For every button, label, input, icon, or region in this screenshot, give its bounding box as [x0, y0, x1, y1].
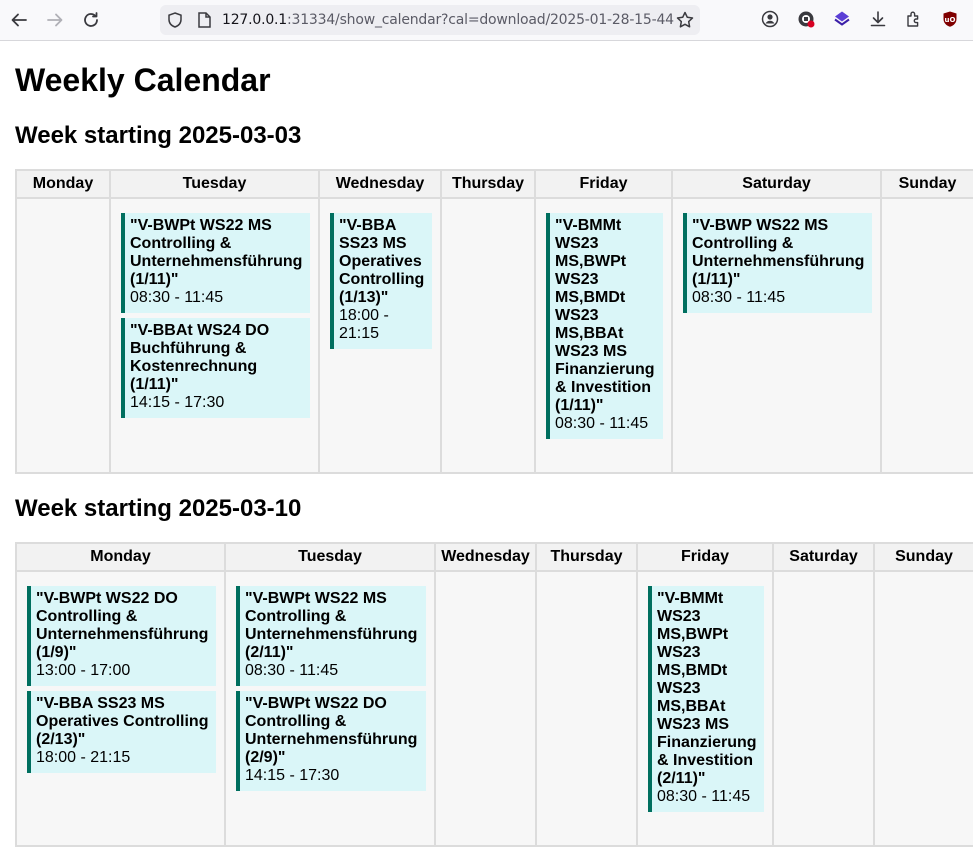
day-header-wednesday: Wednesday — [434, 542, 537, 572]
event-time: 18:00 - 21:15 — [339, 307, 389, 342]
day-cell-wednesday — [434, 570, 537, 847]
layers-extension-icon[interactable] — [831, 8, 853, 30]
event-title: "V-BWPt WS22 DO Controlling & Unternehme… — [245, 695, 418, 766]
event-time: 14:15 - 17:30 — [245, 767, 340, 784]
event-time: 08:30 - 11:45 — [555, 415, 649, 432]
url-path: :31334/show_calendar?cal=download/2025-0… — [287, 12, 674, 28]
privacy-extension-icon[interactable] — [795, 8, 817, 30]
event-time: 08:30 - 11:45 — [657, 788, 751, 805]
calendar-event[interactable]: "V-BBA SS23 MS Operatives Controlling (2… — [27, 691, 216, 773]
event-title: "V-BWPt WS22 MS Controlling & Unternehme… — [130, 217, 303, 288]
day-header-tuesday: Tuesday — [109, 169, 320, 199]
url-text[interactable]: 127.0.0.1:31334/show_calendar?cal=downlo… — [222, 12, 674, 28]
day-header-tuesday: Tuesday — [224, 542, 436, 572]
event-title: "V-BMMt WS23 MS,BWPt WS23 MS,BMDt WS23 M… — [555, 217, 655, 414]
address-bar[interactable]: 127.0.0.1:31334/show_calendar?cal=downlo… — [160, 5, 700, 35]
event-title: "V-BMMt WS23 MS,BWPt WS23 MS,BMDt WS23 M… — [657, 590, 757, 787]
day-header-sunday: Sunday — [880, 169, 973, 199]
day-cell-tuesday: "V-BWPt WS22 MS Controlling & Unternehme… — [109, 197, 320, 474]
day-cell-friday: "V-BMMt WS23 MS,BWPt WS23 MS,BMDt WS23 M… — [636, 570, 774, 847]
ublock-origin-icon[interactable]: uO — [939, 8, 961, 30]
day-header-friday: Friday — [636, 542, 774, 572]
download-icon[interactable] — [867, 8, 889, 30]
page-info-icon[interactable] — [195, 11, 213, 29]
calendar-event[interactable]: "V-BWPt WS22 MS Controlling & Unternehme… — [236, 586, 426, 686]
day-cell-tuesday: "V-BWPt WS22 MS Controlling & Unternehme… — [224, 570, 436, 847]
day-cell-thursday — [535, 570, 638, 847]
event-time: 14:15 - 17:30 — [130, 394, 225, 411]
day-header-sunday: Sunday — [873, 542, 973, 572]
event-title: "V-BWP WS22 MS Controlling & Unternehmen… — [692, 217, 865, 288]
day-cell-friday: "V-BMMt WS23 MS,BWPt WS23 MS,BMDt WS23 M… — [534, 197, 673, 474]
day-header-monday: Monday — [15, 169, 111, 199]
calendar-event[interactable]: "V-BWPt WS22 MS Controlling & Unternehme… — [121, 213, 310, 313]
event-title: "V-BBA SS23 MS Operatives Controlling (1… — [339, 217, 425, 306]
calendar-event[interactable]: "V-BWP WS22 MS Controlling & Unternehmen… — [683, 213, 872, 313]
day-cell-saturday: "V-BWP WS22 MS Controlling & Unternehmen… — [671, 197, 882, 474]
day-header-wednesday: Wednesday — [318, 169, 442, 199]
back-arrow-icon[interactable] — [7, 8, 31, 32]
week-heading: Week starting 2025-03-03 — [15, 122, 302, 149]
day-cell-saturday — [772, 570, 875, 847]
event-title: "V-BBAt WS24 DO Buchführung & Kostenrech… — [130, 322, 270, 393]
page-title: Weekly Calendar — [15, 62, 271, 98]
day-header-thursday: Thursday — [535, 542, 638, 572]
day-header-friday: Friday — [534, 169, 673, 199]
shield-icon[interactable] — [166, 11, 184, 29]
calendar-event[interactable]: "V-BBA SS23 MS Operatives Controlling (1… — [330, 213, 432, 349]
day-header-saturday: Saturday — [671, 169, 882, 199]
calendar-event[interactable]: "V-BBAt WS24 DO Buchführung & Kostenrech… — [121, 318, 310, 418]
event-time: 08:30 - 11:45 — [130, 289, 224, 306]
day-header-thursday: Thursday — [440, 169, 536, 199]
day-header-saturday: Saturday — [772, 542, 875, 572]
svg-text:uO: uO — [945, 16, 956, 24]
bookmark-star-icon[interactable] — [675, 10, 695, 30]
event-time: 18:00 - 21:15 — [36, 749, 131, 766]
event-title: "V-BWPt WS22 DO Controlling & Unternehme… — [36, 590, 209, 661]
calendar-event[interactable]: "V-BMMt WS23 MS,BWPt WS23 MS,BMDt WS23 M… — [648, 586, 764, 812]
week-table: Monday Tuesday Wednesday Thursday Friday… — [15, 542, 973, 847]
event-time: 08:30 - 11:45 — [692, 289, 786, 306]
day-cell-monday: "V-BWPt WS22 DO Controlling & Unternehme… — [15, 570, 226, 847]
event-time: 08:30 - 11:45 — [245, 662, 339, 679]
url-host: 127.0.0.1 — [222, 12, 287, 28]
account-icon[interactable] — [759, 8, 781, 30]
calendar-event[interactable]: "V-BMMt WS23 MS,BWPt WS23 MS,BMDt WS23 M… — [546, 213, 663, 439]
browser-toolbar: 127.0.0.1:31334/show_calendar?cal=downlo… — [0, 0, 973, 41]
day-cell-sunday — [880, 197, 973, 474]
week-table: Monday Tuesday Wednesday Thursday Friday… — [15, 169, 973, 474]
day-header-monday: Monday — [15, 542, 226, 572]
calendar-event[interactable]: "V-BWPt WS22 DO Controlling & Unternehme… — [27, 586, 216, 686]
week-heading: Week starting 2025-03-10 — [15, 495, 302, 522]
day-cell-thursday — [440, 197, 536, 474]
reload-icon[interactable] — [79, 8, 103, 32]
event-title: "V-BWPt WS22 MS Controlling & Unternehme… — [245, 590, 418, 661]
day-cell-wednesday: "V-BBA SS23 MS Operatives Controlling (1… — [318, 197, 442, 474]
forward-arrow-icon[interactable] — [43, 8, 67, 32]
calendar-event[interactable]: "V-BWPt WS22 DO Controlling & Unternehme… — [236, 691, 426, 791]
event-time: 13:00 - 17:00 — [36, 662, 131, 679]
extensions-puzzle-icon[interactable] — [903, 8, 925, 30]
event-title: "V-BBA SS23 MS Operatives Controlling (2… — [36, 695, 209, 748]
day-cell-monday — [15, 197, 111, 474]
day-cell-sunday — [873, 570, 973, 847]
